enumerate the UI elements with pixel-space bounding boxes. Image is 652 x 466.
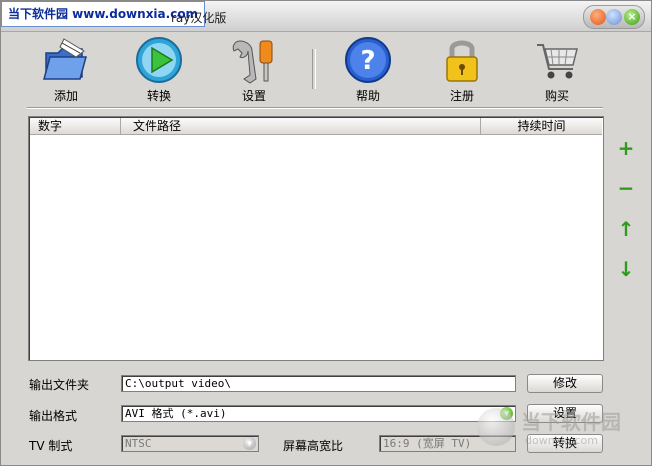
watermark-logo-icon — [477, 408, 515, 446]
tv-standard-select[interactable]: NTSC ▼ — [121, 435, 259, 452]
title-bar[interactable]: 当下软件园 www.downxia.com ray汉化版 × — [1, 1, 651, 32]
add-button[interactable]: 添加 — [26, 35, 106, 105]
lock-icon — [446, 40, 478, 82]
close-button[interactable]: × — [624, 9, 640, 25]
output-format-value: AVI 格式 (*.avi) — [125, 407, 227, 420]
settings-label: 设置 — [241, 89, 266, 103]
watermark-corner-text: 当下软件园 — [521, 410, 621, 434]
convert-label: 转换 — [146, 89, 171, 103]
register-button[interactable]: 注册 — [422, 35, 502, 105]
output-folder-field[interactable]: C:\output video\ — [121, 375, 516, 392]
tools-icon — [232, 40, 273, 84]
column-duration[interactable]: 持续时间 — [481, 118, 602, 134]
list-header: 数字 文件路径 持续时间 — [30, 118, 602, 135]
convert-button[interactable]: 转换 — [119, 35, 199, 105]
arrow-up-icon: ↑ — [617, 217, 635, 241]
move-up-button[interactable]: ↑ — [615, 218, 637, 240]
toolbar-separator — [312, 49, 316, 89]
plus-icon: + — [617, 136, 635, 160]
play-icon — [136, 37, 182, 83]
file-list[interactable]: 数字 文件路径 持续时间 — [28, 116, 604, 361]
output-format-select[interactable]: AVI 格式 (*.avi) ▼ — [121, 405, 516, 422]
settings-button[interactable]: 设置 — [214, 35, 294, 105]
toolbar-divider — [27, 107, 603, 109]
watermark-corner-sub: downxia.com — [525, 434, 598, 447]
maximize-button[interactable] — [606, 9, 622, 25]
move-down-button[interactable]: ↓ — [615, 258, 637, 280]
register-label: 注册 — [449, 89, 474, 103]
svg-text:?: ? — [360, 46, 375, 76]
help-label: 帮助 — [355, 89, 380, 103]
folder-add-icon — [43, 38, 87, 80]
add-label: 添加 — [53, 89, 78, 103]
window-controls: × — [583, 5, 645, 29]
app-window: 当下软件园 www.downxia.com ray汉化版 × 添加 转换 设置 … — [0, 0, 652, 466]
buy-label: 购买 — [544, 89, 569, 103]
buy-button[interactable]: 购买 — [517, 35, 597, 105]
toolbar: 添加 转换 设置 ? 帮助 注册 购买 — [1, 35, 651, 107]
help-icon: ? — [345, 37, 391, 83]
window-title: ray汉化版 — [171, 11, 227, 25]
minus-icon: − — [617, 176, 635, 200]
output-folder-label: 输出文件夹 — [29, 378, 90, 392]
tv-standard-value: NTSC — [125, 437, 152, 450]
tv-standard-label: TV 制式 — [29, 439, 73, 453]
help-button[interactable]: ? 帮助 — [328, 35, 408, 105]
remove-file-button[interactable]: − — [615, 177, 637, 199]
aspect-ratio-value: 16:9 (宽屏 TV) — [383, 437, 472, 450]
add-file-button[interactable]: + — [615, 137, 637, 159]
column-number[interactable]: 数字 — [30, 118, 121, 134]
output-format-label: 输出格式 — [29, 409, 78, 423]
column-file-path[interactable]: 文件路径 — [121, 118, 481, 134]
dropdown-arrow-icon[interactable]: ▼ — [243, 437, 256, 450]
aspect-ratio-label: 屏幕高宽比 — [283, 439, 344, 453]
minimize-button[interactable] — [590, 9, 606, 25]
arrow-down-icon: ↓ — [617, 257, 635, 281]
watermark-corner: 当下软件园 downxia.com — [473, 404, 643, 456]
change-folder-button[interactable]: 修改 — [527, 374, 603, 393]
shopping-cart-icon — [537, 44, 578, 79]
close-icon: × — [627, 10, 637, 23]
